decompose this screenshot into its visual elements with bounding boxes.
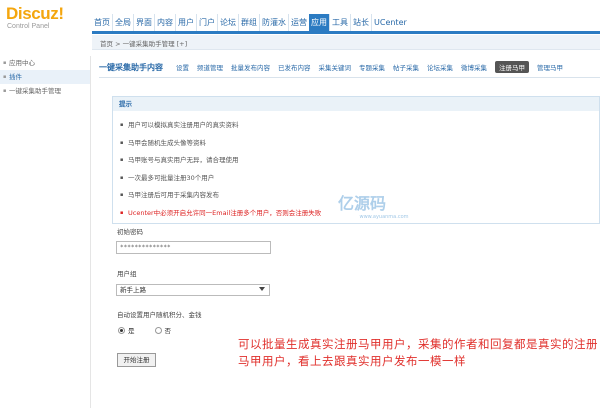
sidebar-item[interactable]: 一键采集助手管理 (0, 84, 90, 98)
watermark: 亿源码 www.ayuanma.com (338, 196, 430, 224)
discuz-logo[interactable]: Discuz! Control Panel (6, 5, 88, 33)
watermark-logo: 亿源码 (338, 196, 387, 213)
top-bar: Discuz! Control Panel 首页 全局 界面 内容 用户 门户 论坛 群组 防灌… (0, 0, 600, 35)
sub-tab[interactable]: 专题采集 (359, 62, 385, 72)
nav-item[interactable]: 内容 (154, 14, 175, 31)
sidebar-item[interactable]: 应用中心 (0, 56, 90, 70)
nav-item[interactable]: 工具 (329, 14, 350, 31)
logo-title: Discuz! (6, 4, 64, 23)
annotation-text: 可以批量生成真实注册马甲用户，采集的作者和回复都是真实的注册马甲用户，看上去跟真… (238, 337, 598, 368)
nav-item[interactable]: 全局 (112, 14, 133, 31)
section-title: 一键采集助手内容 (99, 62, 163, 72)
tip-item: 用户可以模拟真实注册用户的真实资料 (120, 117, 599, 135)
nav-item[interactable]: 界面 (133, 14, 154, 31)
nav-item[interactable]: 论坛 (217, 14, 238, 31)
password-label: 初始密码 (117, 228, 143, 236)
radio-no-label: 否 (164, 327, 172, 335)
nav-item[interactable]: UCenter (371, 14, 409, 31)
submit-button[interactable]: 开始注册 (117, 353, 156, 367)
tips-header: 提示 (113, 97, 599, 111)
radio-yes-label: 是 (128, 327, 135, 335)
nav-item[interactable]: 防灌水 (259, 14, 288, 31)
nav-underline (92, 31, 600, 34)
sub-tab[interactable]: 注册马甲 (495, 61, 529, 73)
sub-tab[interactable]: 论坛采集 (427, 62, 453, 72)
main-nav: 首页 全局 界面 内容 用户 门户 论坛 群组 防灌水 运营 应用 工具 站长 UCenter (92, 14, 409, 31)
radio-yes[interactable] (118, 326, 125, 334)
random-score-label: 自动设置用户随机积分、金钱 (117, 311, 202, 319)
sub-tab[interactable]: 设置 (176, 62, 189, 72)
user-group-label: 用户组 (117, 270, 137, 278)
tip-item: 马甲账号与真实用户无异，请合理使用 (120, 152, 599, 170)
nav-item[interactable]: 应用 (309, 14, 329, 31)
radio-no[interactable] (154, 326, 162, 334)
nav-item[interactable]: 站长 (350, 14, 371, 31)
user-group-selected: 新手上路 (120, 286, 146, 294)
nav-item[interactable]: 门户 (196, 14, 217, 31)
logo-subtitle: Control Panel (7, 23, 50, 30)
breadcrumb[interactable]: 首页 > 一键采集助手管理 [+] (100, 38, 187, 48)
sidebar-item[interactable]: 插件 (0, 70, 90, 84)
nav-item[interactable]: 群组 (238, 14, 259, 31)
breadcrumb-bar: 首页 > 一键采集助手管理 [+] (92, 35, 600, 50)
nav-item[interactable]: 用户 (175, 14, 196, 31)
tip-item: 一次最多可批量注册30个用户 (120, 170, 599, 188)
nav-item[interactable]: 首页 (92, 14, 112, 31)
sub-tab[interactable]: 采集关键词 (319, 62, 352, 72)
tip-item: 马甲会随机生成头像等资料 (120, 135, 599, 153)
user-group-select[interactable]: 新手上路 (116, 284, 270, 296)
sub-tab[interactable]: 频道管理 (197, 62, 223, 72)
sub-tab[interactable]: 微博采集 (461, 62, 487, 72)
chevron-down-icon (259, 287, 265, 291)
sub-tab[interactable]: 帖子采集 (393, 62, 419, 72)
sub-tab[interactable]: 管理马甲 (537, 62, 563, 72)
nav-item[interactable]: 运营 (288, 14, 309, 31)
watermark-url: www.ayuanma.com (359, 214, 409, 220)
random-score-radio-group: 是 否 (118, 325, 191, 335)
sidebar: 应用中心插件一键采集助手管理 (0, 56, 91, 408)
sub-tab[interactable]: 批量发布内容 (231, 62, 270, 72)
sub-nav: 一键采集助手内容 设置 频道管理 批量发布内容 已发布内容 采集关键词 专题采集 帖子采集论… (99, 57, 600, 78)
password-input[interactable]: ************** (116, 241, 271, 254)
sub-tab[interactable]: 已发布内容 (278, 62, 311, 72)
